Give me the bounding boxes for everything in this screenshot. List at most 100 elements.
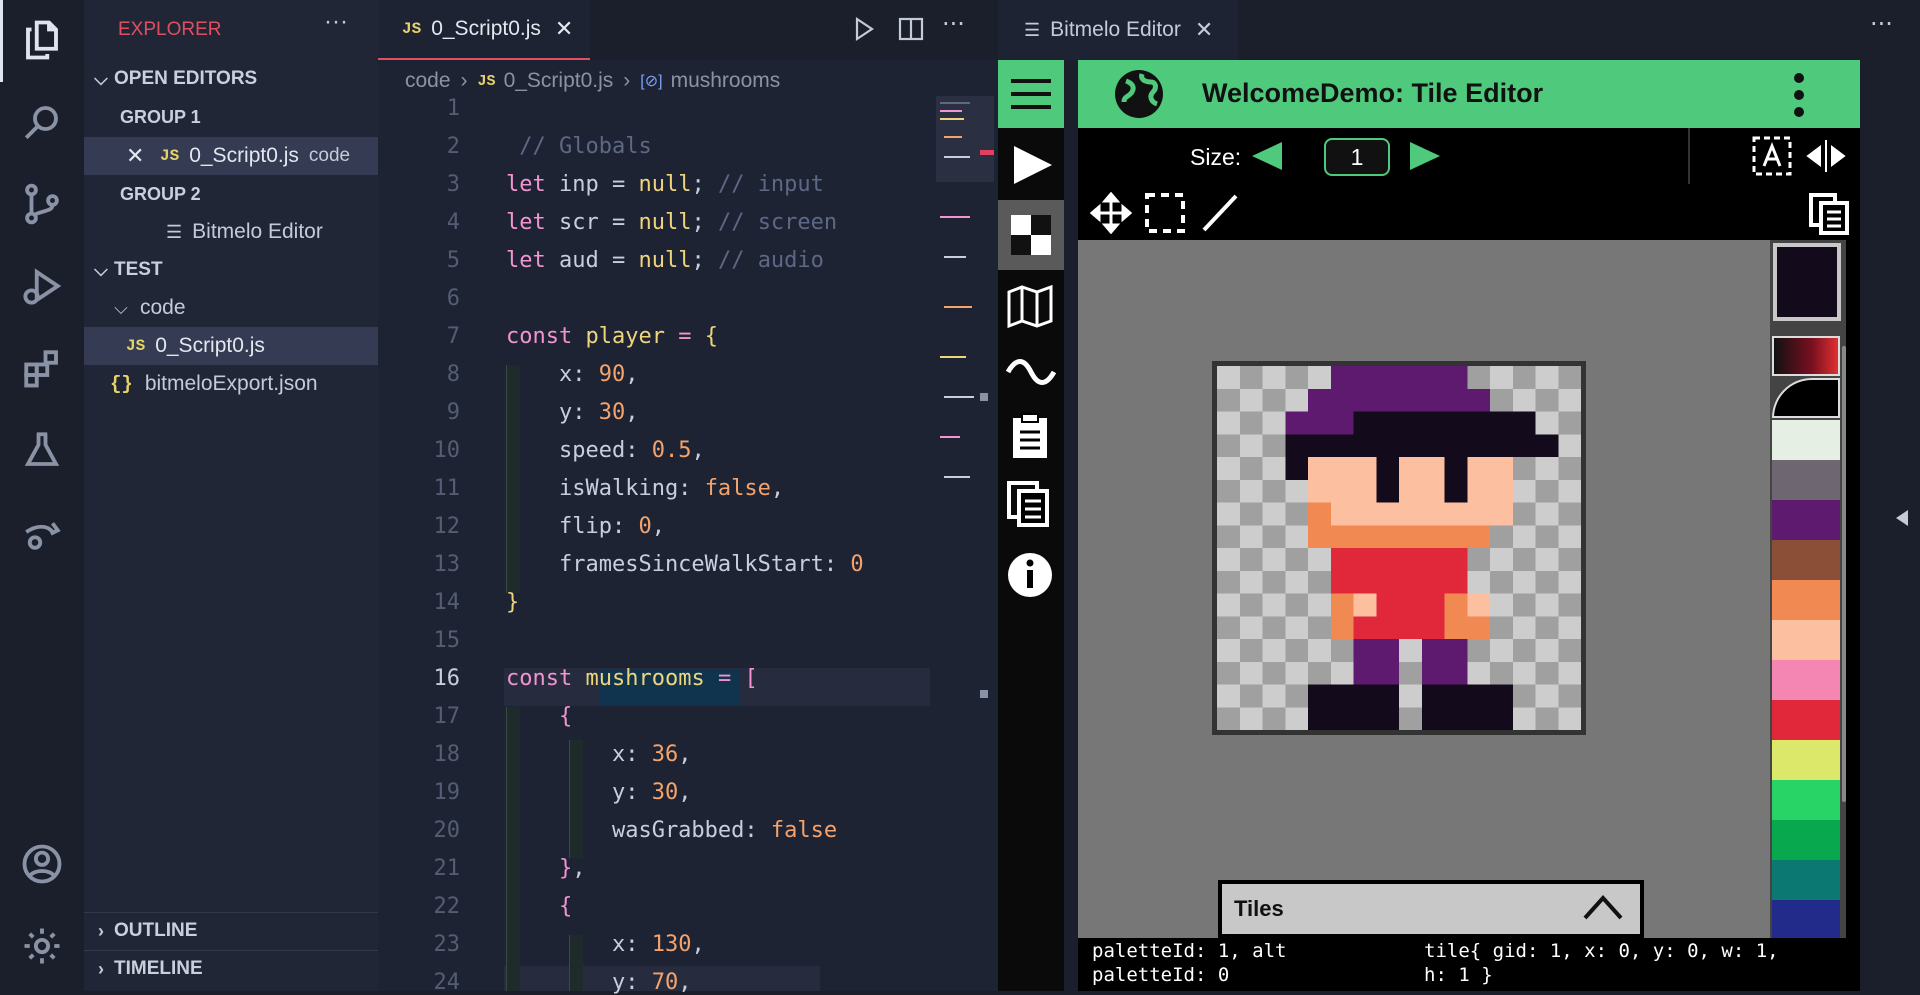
line-number: 6 <box>446 286 460 311</box>
play-icon[interactable] <box>1008 142 1056 192</box>
minimap-viewport[interactable] <box>936 96 994 182</box>
palette-color-13[interactable] <box>1772 900 1840 938</box>
breadcrumb-item[interactable]: 0_Script0.js <box>504 69 614 93</box>
breadcrumb-item[interactable]: code <box>405 69 451 93</box>
remote-icon[interactable] <box>18 508 66 556</box>
minimap-line <box>944 396 974 398</box>
open-editor-item-script[interactable]: ✕ JS 0_Script0.js code <box>84 137 378 175</box>
chevron-right-icon: › <box>623 69 631 92</box>
color-gradient-swatch[interactable] <box>1772 336 1840 376</box>
run-debug-icon[interactable] <box>18 262 66 310</box>
palette-color-1[interactable] <box>1772 420 1840 460</box>
kebab-menu-icon[interactable] <box>1792 72 1806 122</box>
code-line: let aud = null; // audio <box>506 248 824 273</box>
line-number: 13 <box>433 552 461 577</box>
close-icon[interactable]: ✕ <box>1195 17 1213 43</box>
minimap-line <box>944 256 966 258</box>
more-actions-icon[interactable]: ··· <box>324 8 348 36</box>
scroll-marker <box>980 690 988 698</box>
outline-header[interactable]: › OUTLINE <box>84 912 378 950</box>
file-script[interactable]: JS 0_Script0.js <box>84 327 378 365</box>
chevron-right-icon: › <box>98 920 104 941</box>
palette-color-12[interactable] <box>1772 860 1840 900</box>
chevron-down-icon: ⌵ <box>114 297 128 318</box>
size-decrease-button[interactable] <box>1250 140 1284 176</box>
extensions-icon[interactable] <box>18 344 66 392</box>
palette-color-10[interactable] <box>1772 780 1840 820</box>
more-actions-icon[interactable]: ··· <box>942 10 965 38</box>
folder-code[interactable]: ⌵ code <box>84 289 378 327</box>
close-icon[interactable]: ✕ <box>126 143 152 169</box>
preview-tab-bar: ☰ Bitmelo Editor ✕ ··· <box>998 0 1920 60</box>
workspace-header[interactable]: ⌵ TEST <box>84 251 378 289</box>
move-tool-icon[interactable] <box>1089 191 1133 238</box>
settings-icon[interactable] <box>18 922 66 970</box>
map-icon[interactable] <box>1006 284 1054 334</box>
palette-color-3[interactable] <box>1772 500 1840 540</box>
palette-color-7[interactable] <box>1772 660 1840 700</box>
palette-scrollbar[interactable] <box>1842 346 1846 802</box>
tile-editor-icon[interactable] <box>998 200 1064 270</box>
file-json[interactable]: {} bitmeloExport.json <box>84 365 378 403</box>
timeline-header[interactable]: › TIMELINE <box>84 950 378 988</box>
line-number: 12 <box>433 514 461 539</box>
source-control-icon[interactable] <box>18 180 66 228</box>
canvas-area[interactable]: Tiles <box>1078 240 1770 938</box>
palette-color-2[interactable] <box>1772 460 1840 500</box>
open-editors-header[interactable]: ⌵ OPEN EDITORS <box>84 60 378 98</box>
minimap-line <box>944 156 970 158</box>
palette-color-4[interactable] <box>1772 540 1840 580</box>
copy-icon[interactable] <box>1808 192 1850 240</box>
code-line: framesSinceWalkStart: 0 <box>506 552 864 577</box>
split-editor-icon[interactable] <box>898 16 924 46</box>
line-tool-icon[interactable] <box>1200 192 1240 238</box>
text-select-icon[interactable] <box>1752 136 1792 180</box>
more-actions-icon[interactable]: ··· <box>1870 10 1893 38</box>
line-number: 15 <box>433 628 461 653</box>
line-number: 18 <box>433 742 461 767</box>
expand-left-icon[interactable] <box>1894 508 1910 532</box>
status-palette-id: paletteId: 0 <box>1092 964 1230 986</box>
palette-color-6[interactable] <box>1772 620 1840 660</box>
pixel-art-canvas[interactable] <box>1217 366 1581 730</box>
selected-color-swatch[interactable] <box>1773 243 1841 321</box>
minimap-line <box>940 356 966 358</box>
info-icon[interactable] <box>1007 552 1053 602</box>
palette-color-5[interactable] <box>1772 580 1840 620</box>
flip-icon[interactable] <box>1804 138 1848 178</box>
code-line: // Globals <box>506 134 652 159</box>
menu-icon[interactable] <box>998 60 1064 128</box>
globe-icon[interactable] <box>1114 69 1164 123</box>
copy-icon[interactable] <box>1006 480 1052 532</box>
size-input[interactable]: 1 <box>1324 138 1390 176</box>
breadcrumb-item[interactable]: mushrooms <box>671 69 781 93</box>
chevron-right-icon: › <box>460 69 468 92</box>
transparent-swatch[interactable] <box>1772 378 1840 418</box>
open-editor-item-bitmelo[interactable]: ☰ Bitmelo Editor <box>84 213 378 251</box>
tiles-panel[interactable]: Tiles <box>1218 880 1644 938</box>
sound-wave-icon[interactable] <box>1005 354 1057 394</box>
palette-color-11[interactable] <box>1772 820 1840 860</box>
group-1-label: GROUP 1 <box>120 106 201 127</box>
size-increase-button[interactable] <box>1408 140 1442 176</box>
clipboard-icon[interactable] <box>1010 412 1050 464</box>
testing-icon[interactable] <box>18 426 66 474</box>
search-icon[interactable] <box>18 98 66 146</box>
preview-icon: ☰ <box>166 221 183 242</box>
select-tool-icon[interactable] <box>1144 192 1186 238</box>
tab-bitmelo[interactable]: ☰ Bitmelo Editor ✕ <box>998 0 1238 60</box>
palette-color-8[interactable] <box>1772 700 1840 740</box>
minimap[interactable] <box>936 96 994 516</box>
files-icon[interactable] <box>18 16 66 64</box>
tab-script[interactable]: JS 0_Script0.js ✕ <box>378 0 590 60</box>
account-icon[interactable] <box>18 840 66 888</box>
code-line: isWalking: false, <box>506 476 785 501</box>
palette-color-9[interactable] <box>1772 740 1840 780</box>
status-palette: paletteId: 1, alt <box>1092 940 1287 962</box>
close-icon[interactable]: ✕ <box>555 16 573 42</box>
run-icon[interactable] <box>852 16 876 46</box>
code-line: { <box>558 894 573 919</box>
chevron-up-icon[interactable] <box>1582 892 1624 926</box>
minimap-line <box>940 436 960 438</box>
status-tile: tile{ gid: 1, x: 0, y: 0, w: 1, <box>1424 940 1779 962</box>
